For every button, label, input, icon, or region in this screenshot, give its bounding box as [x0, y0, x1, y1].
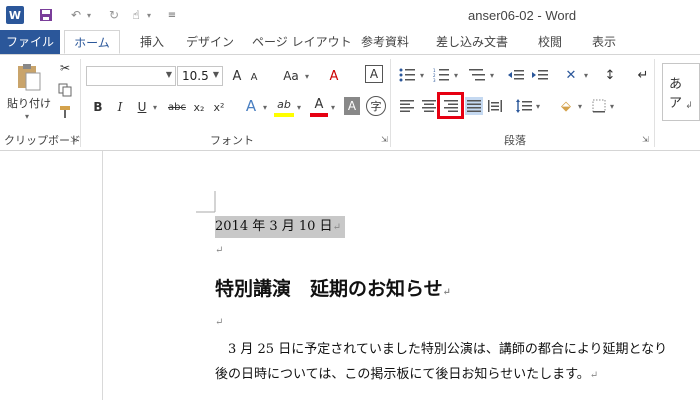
justify-icon[interactable] [465, 97, 483, 115]
undo-icon[interactable]: ↶ [68, 6, 84, 24]
grow-font-button[interactable]: A [228, 66, 246, 86]
paragraph-launcher-icon[interactable]: ⇲ [642, 135, 649, 144]
empty-paragraph-mark: ↵ [215, 317, 224, 328]
font-size-value: 10.5 [182, 69, 209, 83]
format-painter-icon[interactable] [56, 103, 74, 121]
chevron-down-icon: ▼ [212, 70, 219, 79]
page-left-margin [102, 151, 103, 400]
word-logo-icon[interactable]: W [6, 6, 24, 24]
superscript-button[interactable]: x² [210, 98, 228, 116]
multilevel-dropdown-icon[interactable]: ▾ [488, 65, 496, 85]
font-size-combo[interactable]: 10.5 ▼ [177, 66, 223, 86]
enclose-characters-button[interactable]: 字 [366, 96, 386, 116]
align-left-icon[interactable] [398, 97, 416, 115]
underline-button[interactable]: U [134, 98, 150, 116]
ribbon: 貼り付け ▾ ✂ クリップボード ⇲ ▼ 10.5 ▼ A A Aa ▾ A A… [0, 55, 700, 151]
clear-formatting-button[interactable]: A [324, 66, 344, 86]
paragraph-mark: ↵ [332, 222, 341, 233]
tab-view[interactable]: 表示 [584, 30, 624, 54]
underline-dropdown-icon[interactable]: ▾ [150, 98, 160, 116]
tab-references[interactable]: 参考資料 [358, 30, 412, 54]
change-case-dropdown-icon[interactable]: ▾ [302, 66, 312, 86]
tab-insert[interactable]: 挿入 [132, 30, 172, 54]
tab-design[interactable]: デザイン [182, 30, 238, 54]
font-color-dropdown-icon[interactable]: ▾ [328, 98, 338, 116]
bullets-dropdown-icon[interactable]: ▾ [418, 65, 426, 85]
line-spacing-dropdown-icon[interactable]: ▾ [534, 97, 542, 115]
align-center-icon[interactable] [420, 97, 438, 115]
paragraph-mark: ↵ [589, 370, 599, 381]
document-heading[interactable]: 特別講演 延期のお知らせ↵ [215, 274, 451, 301]
undo-dropdown-icon[interactable]: ▾ [84, 6, 94, 24]
tab-home[interactable]: ホーム [64, 30, 120, 54]
svg-text:3: 3 [433, 78, 436, 82]
font-name-combo[interactable]: ▼ [86, 66, 176, 86]
tab-file[interactable]: ファイル [0, 30, 60, 54]
font-color-button[interactable]: A [310, 95, 328, 117]
body-line-2[interactable]: 後の日時については、この掲示板にて後日お知らせいたします。↵ [215, 363, 598, 382]
numbering-dropdown-icon[interactable]: ▾ [452, 65, 460, 85]
increase-indent-icon[interactable] [530, 65, 550, 85]
paste-icon[interactable] [12, 61, 46, 93]
paragraph-mark: ↵ [442, 287, 452, 298]
customize-qat-icon[interactable]: ≡ [166, 6, 178, 24]
paste-button[interactable]: 貼り付け [6, 95, 52, 111]
chevron-down-icon: ▼ [165, 70, 172, 79]
borders-icon[interactable] [590, 97, 608, 115]
title-bar: W ↶ ▾ ↻ ☝ ▾ ≡ anser06-02 - Word [0, 0, 700, 30]
asian-layout-dropdown-icon[interactable]: ▾ [582, 65, 590, 85]
align-right-highlight [437, 92, 464, 119]
bullets-icon[interactable] [396, 65, 418, 85]
numbering-icon[interactable]: 123 [430, 65, 452, 85]
decrease-indent-icon[interactable] [506, 65, 526, 85]
sort-icon[interactable]: ↕ [600, 65, 620, 85]
character-shading-button[interactable]: A [344, 97, 360, 115]
copy-icon[interactable] [56, 81, 74, 99]
line-spacing-icon[interactable] [514, 97, 534, 115]
bold-button[interactable]: B [90, 98, 106, 116]
distributed-icon[interactable] [486, 97, 504, 115]
paste-dropdown-icon[interactable]: ▾ [22, 111, 32, 121]
paragraph-group-label: 段落 [504, 134, 526, 147]
empty-paragraph-mark: ↵ [215, 245, 224, 256]
date-line[interactable]: 2014 年 3 月 10 日↵ [215, 216, 345, 238]
asian-layout-icon[interactable]: ✕ [560, 65, 582, 85]
body-line-1[interactable]: 3 月 25 日に予定されていました特別公演は、講師の都合により延期となり [215, 338, 667, 357]
borders-dropdown-icon[interactable]: ▾ [608, 97, 616, 115]
character-border-button[interactable]: A [365, 65, 383, 83]
tab-review[interactable]: 校閲 [530, 30, 570, 54]
cut-icon[interactable]: ✂ [56, 59, 74, 77]
style-preview-mark-icon: ↲ [685, 101, 693, 111]
shrink-font-button[interactable]: A [246, 67, 262, 87]
margin-corner-marker [196, 191, 216, 213]
highlight-dropdown-icon[interactable]: ▾ [294, 98, 304, 116]
strikethrough-button[interactable]: abc [166, 98, 188, 116]
body-line-2-text: 後の日時については、この掲示板にて後日お知らせいたします。 [215, 367, 590, 382]
date-text: 2014 年 3 月 10 日 [215, 219, 333, 234]
redo-icon[interactable]: ↻ [106, 6, 122, 24]
font-launcher-icon[interactable]: ⇲ [381, 135, 388, 144]
show-marks-icon[interactable]: ↵ [634, 65, 652, 85]
italic-button[interactable]: I [112, 98, 128, 116]
shading-icon[interactable]: ⬙ [556, 97, 576, 115]
touch-dropdown-icon[interactable]: ▾ [144, 6, 154, 24]
multilevel-list-icon[interactable] [466, 65, 488, 85]
touch-mode-icon[interactable]: ☝ [128, 6, 144, 24]
highlight-button[interactable]: ab [274, 95, 294, 117]
tab-page-layout[interactable]: ページ レイアウト [252, 30, 352, 54]
tab-mailings[interactable]: 差し込み文書 [430, 30, 514, 54]
change-case-button[interactable]: Aa [280, 66, 302, 86]
document-area[interactable]: 2014 年 3 月 10 日↵ ↵ 特別講演 延期のお知らせ↵ ↵ 3 月 2… [0, 151, 700, 400]
subscript-button[interactable]: x₂ [190, 98, 208, 116]
clipboard-launcher-icon[interactable]: ⇲ [70, 135, 77, 144]
text-effects-button[interactable]: A [242, 96, 260, 116]
save-icon[interactable] [38, 6, 54, 24]
shading-dropdown-icon[interactable]: ▾ [576, 97, 584, 115]
text-effects-dropdown-icon[interactable]: ▾ [260, 98, 270, 116]
heading-text: 特別講演 延期のお知らせ [215, 278, 443, 300]
font-group-label: フォント [210, 134, 254, 147]
window-title: anser06-02 - Word [468, 8, 577, 23]
ribbon-tabs: ファイル ホーム 挿入 デザイン ページ レイアウト 参考資料 差し込み文書 校… [0, 30, 700, 55]
